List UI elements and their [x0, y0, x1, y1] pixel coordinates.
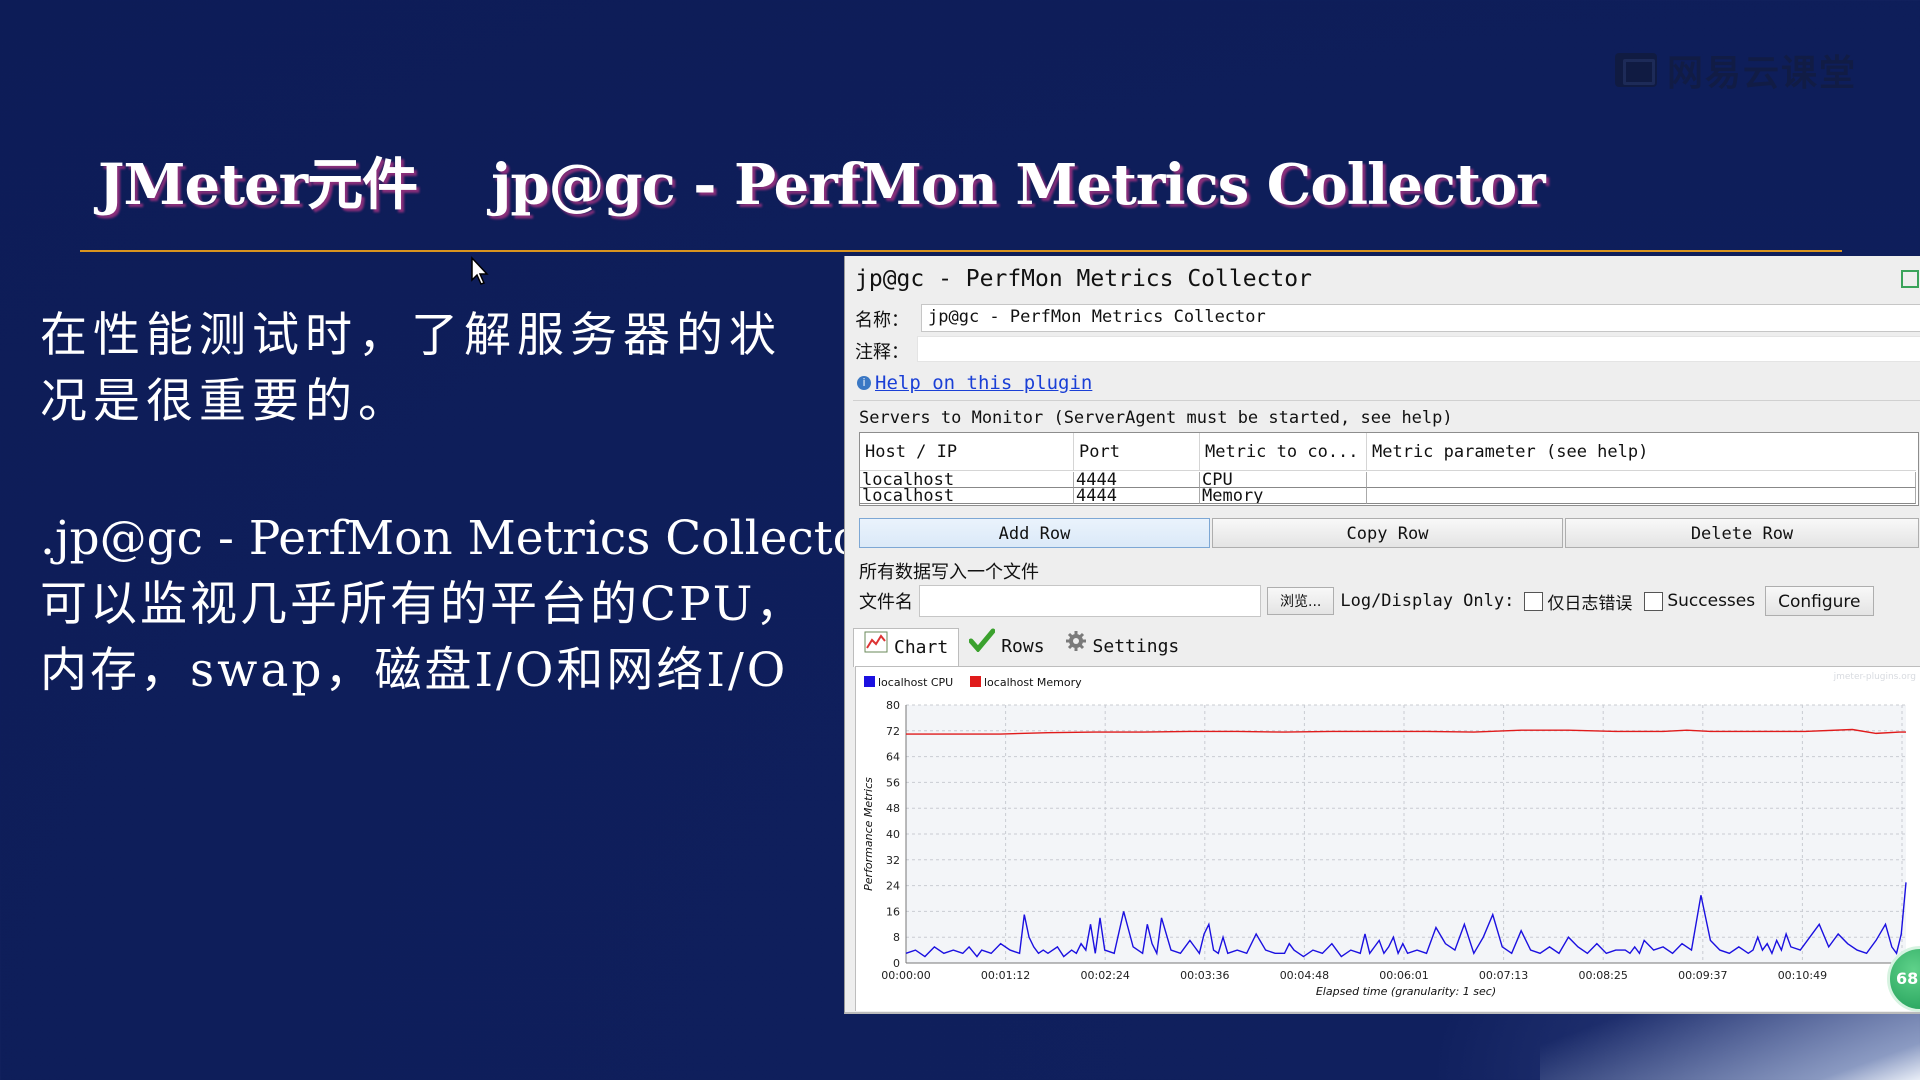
feature-line-3: 内存，swap，磁盘I/O和网络I/O: [40, 643, 789, 698]
help-link[interactable]: Help on this plugin: [875, 372, 1092, 394]
column-header-parameter[interactable]: Metric parameter (see help): [1367, 433, 1916, 471]
table-cell[interactable]: [1367, 488, 1916, 504]
divider: [853, 400, 1920, 401]
x-tick-label: 00:02:24: [1080, 969, 1129, 982]
y-axis-label: Performance Metrics: [862, 777, 875, 891]
tab-chart[interactable]: Chart: [853, 628, 960, 667]
file-legend: 所有数据写入一个文件: [859, 562, 1039, 583]
copy-row-button[interactable]: Copy Row: [1212, 518, 1563, 548]
y-tick-label: 80: [886, 699, 900, 712]
name-field[interactable]: jp@gc - PerfMon Metrics Collector: [921, 304, 1920, 332]
y-tick-label: 16: [886, 905, 900, 918]
errors-only-checkbox[interactable]: [1524, 591, 1544, 611]
comment-label: 注释：: [855, 342, 909, 363]
brand-text: 网易云课堂: [1667, 53, 1858, 94]
column-header-metric[interactable]: Metric to co...: [1200, 433, 1367, 471]
x-tick-label: 00:04:48: [1280, 969, 1329, 982]
log-display-label: Log/Display Only:: [1340, 591, 1515, 611]
info-icon: i: [857, 376, 871, 390]
comment-field[interactable]: [917, 336, 1920, 362]
chart-area: 0 8 16 24 32 40 48 56 64 72 80 00:00:00 00:01:12 00:0…: [855, 666, 1920, 1011]
x-axis-label: Elapsed time (granularity: 1 sec): [1316, 985, 1496, 998]
x-tick-label: 00:03:36: [1180, 969, 1229, 982]
table-cell[interactable]: 4444: [1074, 472, 1200, 488]
title-rule: [80, 250, 1842, 252]
expand-icon[interactable]: [1901, 270, 1919, 288]
successes-checkbox[interactable]: [1644, 591, 1664, 611]
x-tick-label: 00:00:00: [881, 969, 930, 982]
intro-line-1: 在性能测试时，了解服务器的状: [40, 308, 782, 363]
legend-swatch: [970, 676, 981, 687]
help-link-row[interactable]: i Help on this plugin: [857, 372, 1092, 394]
x-tick-label: 00:10:49: [1778, 969, 1827, 982]
table-cell[interactable]: localhost: [860, 472, 1074, 488]
name-label: 名称：: [855, 310, 909, 331]
add-row-button[interactable]: Add Row: [859, 518, 1210, 548]
column-header-host[interactable]: Host / IP: [860, 433, 1074, 471]
view-tabs: Chart Rows Settings: [853, 628, 1190, 667]
x-tick-label: 00:07:13: [1479, 969, 1528, 982]
intro-paragraph: 在性能测试时，了解服务器的状 况是很重要的。: [40, 303, 782, 435]
y-tick-label: 48: [886, 802, 900, 815]
table-cell[interactable]: Memory: [1200, 488, 1367, 504]
delete-row-button[interactable]: Delete Row: [1565, 518, 1919, 548]
slide-title: JMeter元件 jp@gc - PerfMon Metrics Collect…: [98, 152, 1546, 218]
feature-paragraph: .jp@gc - PerfMon Metrics Collector 可以监视几…: [40, 506, 883, 704]
y-tick-label: 56: [886, 776, 900, 789]
tab-settings[interactable]: Settings: [1055, 628, 1190, 666]
file-input[interactable]: [919, 585, 1261, 617]
file-label: 文件名: [859, 592, 913, 613]
panel-title: jp@gc - PerfMon Metrics Collector: [855, 266, 1312, 292]
successes-label: Successes: [1667, 591, 1756, 611]
table-cell[interactable]: localhost: [860, 488, 1074, 504]
brand-logo: 网易云课堂: [1615, 44, 1857, 96]
legend-label: localhost CPU: [878, 676, 953, 689]
table-cell[interactable]: [1367, 472, 1916, 488]
tab-rows[interactable]: Rows: [959, 628, 1054, 666]
tab-settings-label: Settings: [1092, 636, 1180, 657]
brand-book-icon: [1615, 53, 1657, 87]
y-tick-label: 32: [886, 854, 900, 867]
checkmark-icon: [968, 628, 996, 666]
column-header-port[interactable]: Port: [1074, 433, 1200, 471]
x-tick-label: 00:01:12: [981, 969, 1030, 982]
perfmon-chart: 0816243240485664728000:00:00 00:01:12 00:0…: [862, 672, 1916, 998]
legend-swatch: [864, 676, 875, 687]
y-tick-label: 72: [886, 725, 900, 738]
chart-watermark: jmeter-plugins.org: [1833, 672, 1916, 682]
servers-table: Host / IP Port Metric to co... Metric pa…: [859, 432, 1919, 506]
perfmon-panel: jp@gc - PerfMon Metrics Collector 名称： jp…: [844, 256, 1920, 1014]
y-tick-label: 40: [886, 828, 900, 841]
tab-chart-label: Chart: [894, 637, 949, 658]
feature-line-1: .jp@gc - PerfMon Metrics Collector: [40, 511, 884, 566]
x-tick-label: 00:08:25: [1578, 969, 1627, 982]
tab-rows-label: Rows: [1001, 636, 1045, 657]
intro-line-2: 况是很重要的。: [40, 374, 411, 429]
legend-label: localhost Memory: [984, 676, 1082, 689]
y-tick-label: 8: [893, 931, 900, 944]
file-row: 文件名 浏览... Log/Display Only: 仅日志错误 Succes…: [859, 584, 1874, 618]
servers-legend: Servers to Monitor (ServerAgent must be …: [859, 408, 1453, 428]
browse-button[interactable]: 浏览...: [1267, 587, 1335, 615]
feature-line-2: 可以监视几乎所有的平台的CPU，: [40, 577, 806, 632]
errors-only-label: 仅日志错误: [1547, 593, 1633, 614]
y-tick-label: 24: [886, 880, 900, 893]
x-tick-label: 00:09:37: [1678, 969, 1727, 982]
configure-button[interactable]: Configure: [1765, 586, 1874, 616]
chart-icon: [864, 629, 888, 667]
gear-icon: [1065, 628, 1087, 666]
x-tick-label: 00:06:01: [1379, 969, 1428, 982]
y-tick-label: 64: [886, 751, 900, 764]
table-cell[interactable]: 4444: [1074, 488, 1200, 504]
table-cell[interactable]: CPU: [1200, 472, 1367, 488]
